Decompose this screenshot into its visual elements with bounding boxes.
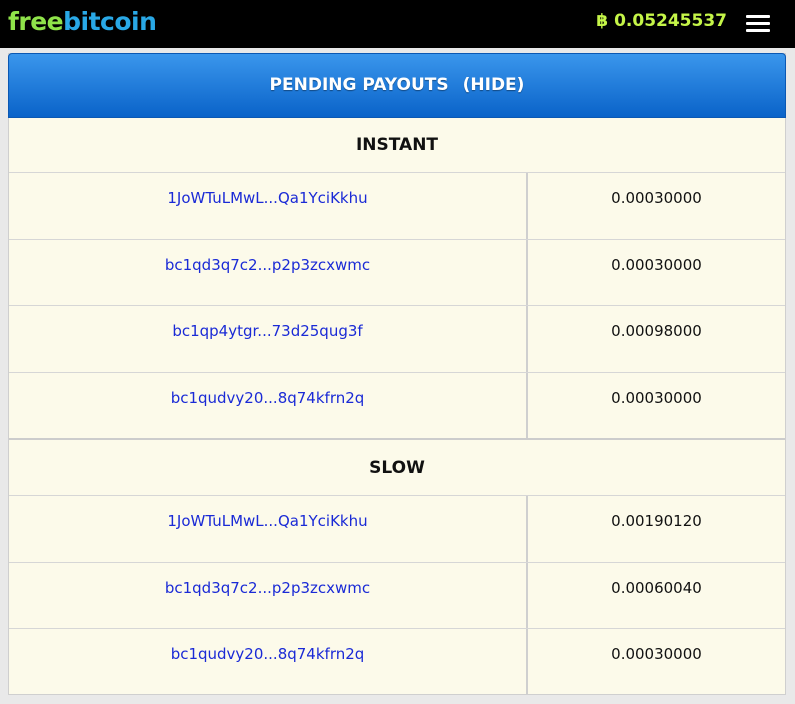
payout-amount: 0.00190120	[611, 512, 702, 530]
table-row: bc1qudvy20...8q74kfrn2q 0.00030000	[9, 629, 785, 695]
section-divider	[9, 438, 785, 440]
payout-address-link[interactable]: bc1qd3q7c2...p2p3zcxwmc	[9, 256, 526, 274]
payout-address-link[interactable]: bc1qd3q7c2...p2p3zcxwmc	[9, 579, 526, 597]
logo-free-text: free	[8, 7, 64, 36]
table-row: bc1qd3q7c2...p2p3zcxwmc 0.00030000	[9, 240, 785, 306]
pending-payouts-title: PENDING PAYOUTS	[269, 75, 449, 95]
pending-payouts-header: PENDING PAYOUTS (HIDE)	[8, 53, 786, 118]
bitcoin-icon: ฿	[596, 11, 609, 31]
menu-bar	[746, 15, 770, 18]
payout-amount: 0.00030000	[611, 389, 702, 407]
payout-address-link[interactable]: bc1qudvy20...8q74kfrn2q	[9, 389, 526, 407]
payout-address-link[interactable]: 1JoWTuLMwL...Qa1YciKkhu	[9, 189, 526, 207]
balance-display: ฿ 0.05245537	[596, 10, 727, 32]
payout-address-link[interactable]: 1JoWTuLMwL...Qa1YciKkhu	[9, 512, 526, 530]
hamburger-menu-icon[interactable]	[746, 13, 770, 34]
payout-address-link[interactable]: bc1qp4ytgr...73d25qug3f	[9, 322, 526, 340]
table-row: 1JoWTuLMwL...Qa1YciKkhu 0.00190120	[9, 496, 785, 562]
payout-amount: 0.00060040	[611, 579, 702, 597]
slow-section-title: SLOW	[369, 458, 425, 478]
logo-bitcoin-text: bitcoin	[63, 7, 157, 36]
table-row: 1JoWTuLMwL...Qa1YciKkhu 0.00030000	[9, 173, 785, 239]
menu-bar	[746, 29, 770, 32]
instant-section-title: INSTANT	[355, 135, 439, 155]
payout-amount: 0.00030000	[611, 645, 702, 663]
payout-amount: 0.00098000	[611, 322, 702, 340]
payout-amount: 0.00030000	[611, 189, 702, 207]
table-row: bc1qudvy20...8q74kfrn2q 0.00030000	[9, 373, 785, 439]
freebitcoin-logo[interactable]: freebitcoin	[8, 6, 157, 38]
table-row: bc1qd3q7c2...p2p3zcxwmc 0.00060040	[9, 563, 785, 629]
hide-payouts-button[interactable]: (HIDE)	[463, 75, 525, 95]
pending-payouts-panel: PENDING PAYOUTS (HIDE) INSTANT 1JoWTuLMwL…	[8, 53, 786, 695]
payout-amount: 0.00030000	[611, 256, 702, 274]
table-row: bc1qp4ytgr...73d25qug3f 0.00098000	[9, 306, 785, 372]
menu-bar	[746, 22, 770, 25]
payout-address-link[interactable]: bc1qudvy20...8q74kfrn2q	[9, 645, 526, 663]
balance-value: 0.05245537	[614, 11, 727, 31]
top-navbar: freebitcoin ฿ 0.05245537	[0, 0, 795, 48]
